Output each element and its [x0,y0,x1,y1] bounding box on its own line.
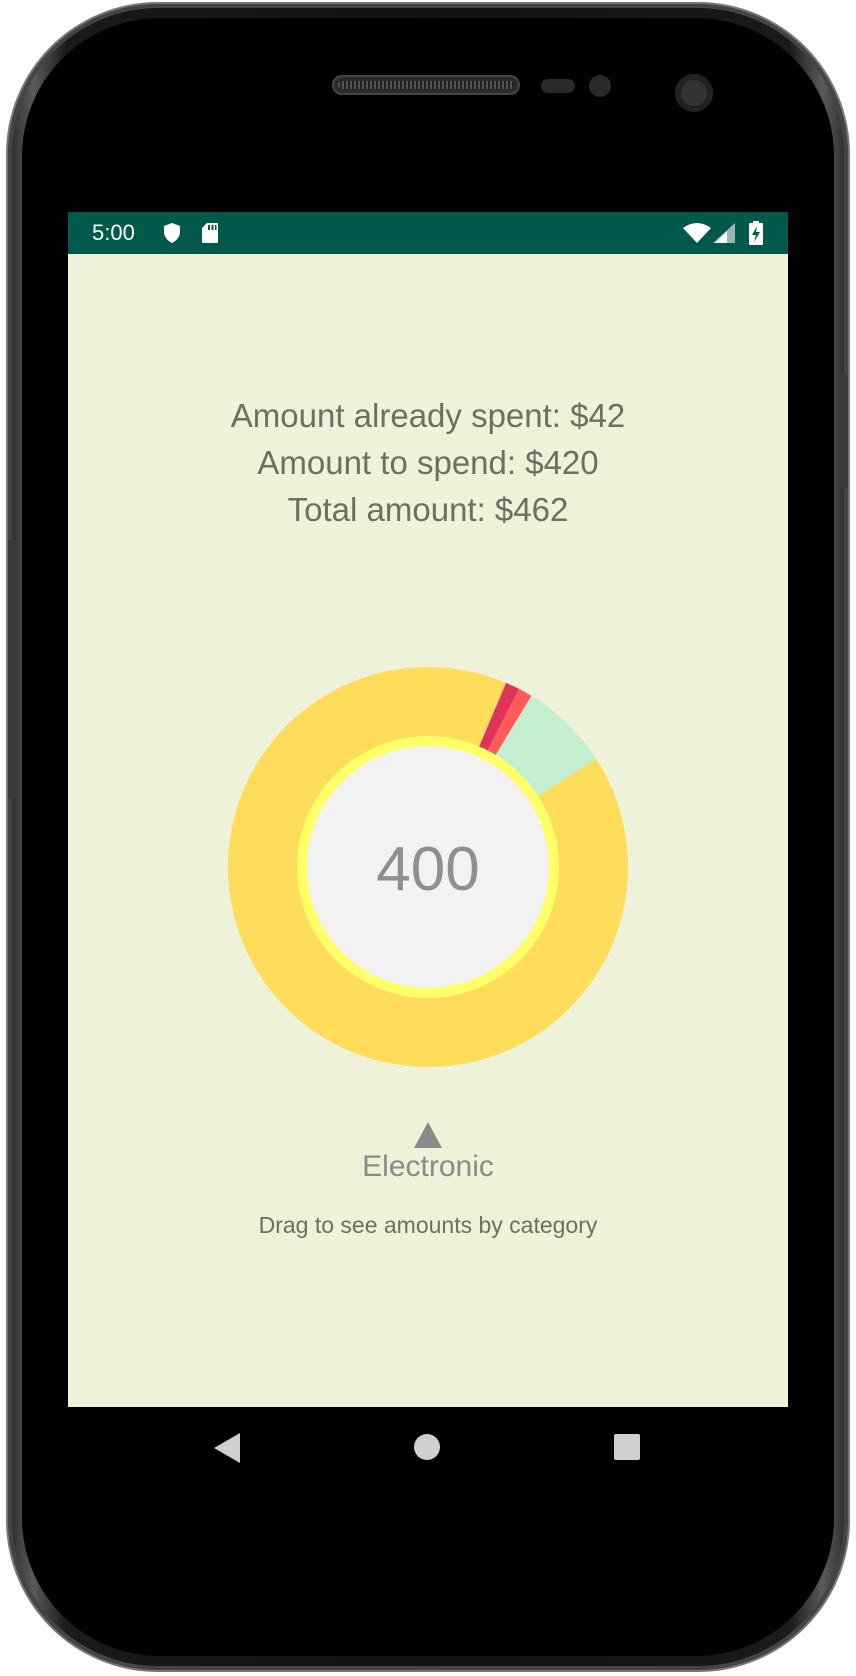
status-bar: 5:00 [68,212,788,254]
shield-icon [162,222,182,248]
status-time: 5:00 [92,220,135,245]
total-amount-text: Total amount: $462 [287,491,569,528]
amount-summary: Amount already spent: $42 Amount to spen… [68,392,788,533]
main-content: Amount already spent: $42 Amount to spen… [68,254,788,1407]
amount-to-spend-text: Amount to spend: $420 [257,444,599,481]
navigation-bar [68,1407,788,1492]
drag-hint-text: Drag to see amounts by category [258,1212,598,1238]
proximity-sensor [541,79,575,93]
earpiece-speaker [332,75,520,95]
pointer-triangle-icon [414,1122,442,1152]
front-camera [675,74,713,112]
category-donut-chart[interactable]: 400 [215,654,641,1080]
wifi-icon [683,223,711,247]
recents-icon[interactable] [613,1433,641,1465]
donut-center-value: 400 [376,835,480,904]
power-button [840,374,848,489]
sd-card-icon [201,222,219,248]
signal-icon [713,223,735,247]
home-icon[interactable] [413,1433,441,1465]
amount-spent-text: Amount already spent: $42 [230,397,626,434]
light-sensor [589,75,611,97]
selected-category-label: Electronic [362,1150,494,1183]
back-icon[interactable] [214,1433,240,1467]
app-screen: 5:00 Amount already spent: $42 Amount to… [68,212,788,1492]
volume-button [8,539,16,799]
battery-charging-icon [749,221,763,249]
